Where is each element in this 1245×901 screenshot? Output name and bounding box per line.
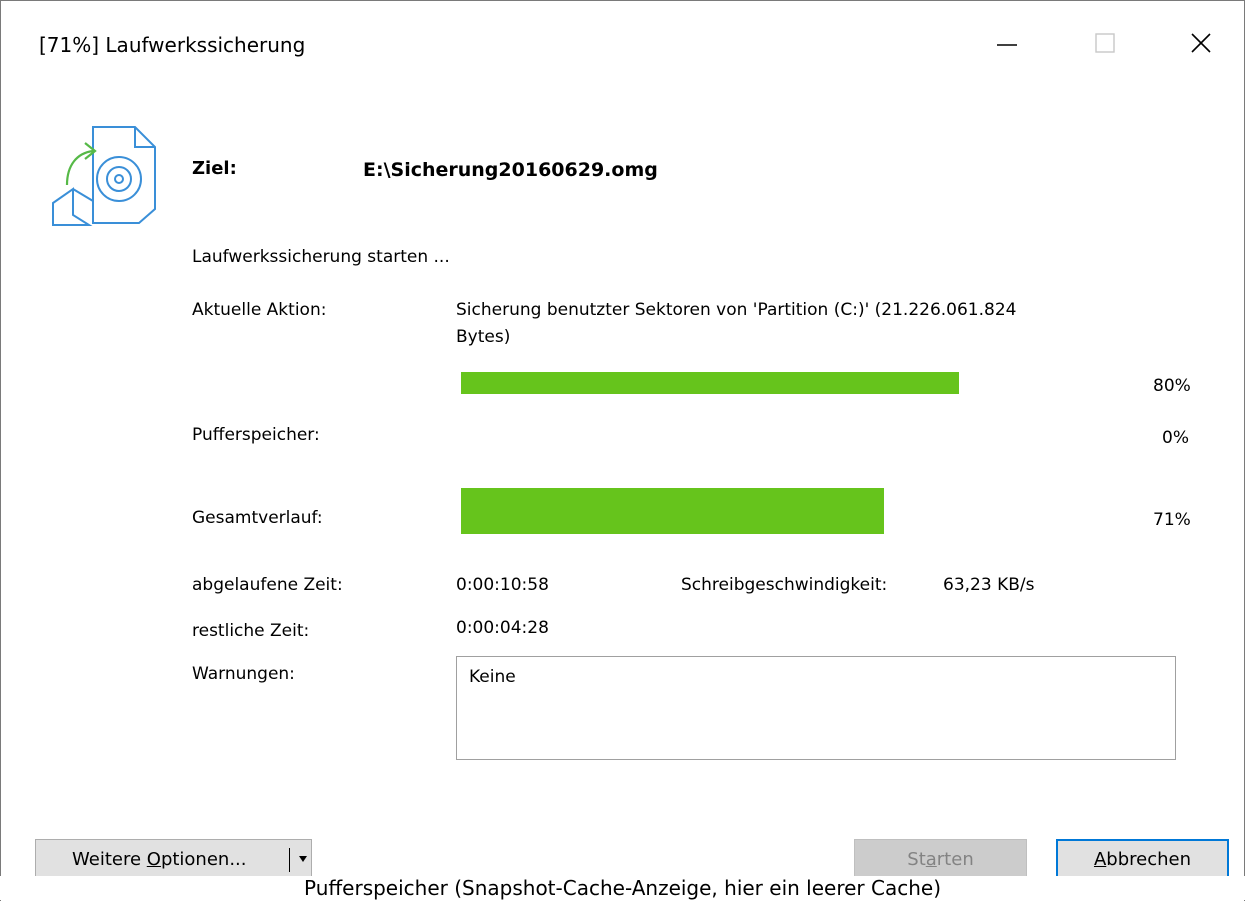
remaining-label: restliche Zeit: [192,621,310,641]
write-speed-label: Schreibgeschwindigkeit: [681,575,888,595]
remaining-value: 0:00:04:28 [456,618,549,638]
split-separator [289,848,290,872]
buffer-percent: 0% [1162,428,1189,448]
buffer-label: Pufferspeicher: [192,425,320,445]
cancel-button[interactable]: Abbrechen [1056,839,1229,879]
current-action-value-line2: Bytes) [456,327,511,347]
dropdown-arrow-icon[interactable] [296,840,310,878]
elapsed-label: abgelaufene Zeit: [192,575,343,595]
overall-progress-fill [461,488,885,534]
minimize-icon [997,44,1017,46]
current-action-progress [461,372,1083,394]
caret-down-icon [299,856,307,862]
warnings-value: Keine [469,667,516,687]
minimize-button[interactable] [979,19,1035,69]
current-action-label: Aktuelle Aktion: [192,300,327,320]
warnings-textbox[interactable]: Keine [456,656,1176,760]
figure-caption: Pufferspeicher (Snapshot-Cache-Anzeige, … [0,876,1245,900]
current-action-percent: 80% [1153,376,1191,396]
close-button[interactable] [1173,19,1229,69]
overall-progress [461,488,1057,534]
maximize-button[interactable] [1077,19,1133,69]
current-action-progress-fill [461,372,959,394]
elapsed-value: 0:00:10:58 [456,575,549,595]
target-path: E:\Sicherung20160629.omg [363,159,658,181]
maximize-icon [1095,33,1115,53]
status-text: Laufwerkssicherung starten ... [192,247,450,267]
current-action-value-line1: Sicherung benutzter Sektoren von 'Partit… [456,300,1017,320]
more-options-button[interactable]: Weitere Optionen... [35,839,312,879]
buffer-progress [461,423,1083,445]
disk-backup-icon [52,126,156,226]
warnings-label: Warnungen: [192,664,295,684]
write-speed-value: 63,23 KB/s [943,575,1035,595]
target-label: Ziel: [192,158,237,179]
start-label: Starten [907,848,974,870]
more-options-label: Weitere Optionen... [72,848,247,870]
start-button[interactable]: Starten [854,839,1027,879]
close-icon [1191,33,1211,53]
overall-label: Gesamtverlauf: [192,508,323,528]
overall-percent: 71% [1153,510,1191,530]
title-bar[interactable]: [71%] Laufwerkssicherung [1,1,1244,91]
window-title: [71%] Laufwerkssicherung [39,33,306,57]
backup-window: [71%] Laufwerkssicherung Ziel: E:\Sicher… [0,0,1245,901]
cancel-label: Abbrechen [1093,848,1192,870]
